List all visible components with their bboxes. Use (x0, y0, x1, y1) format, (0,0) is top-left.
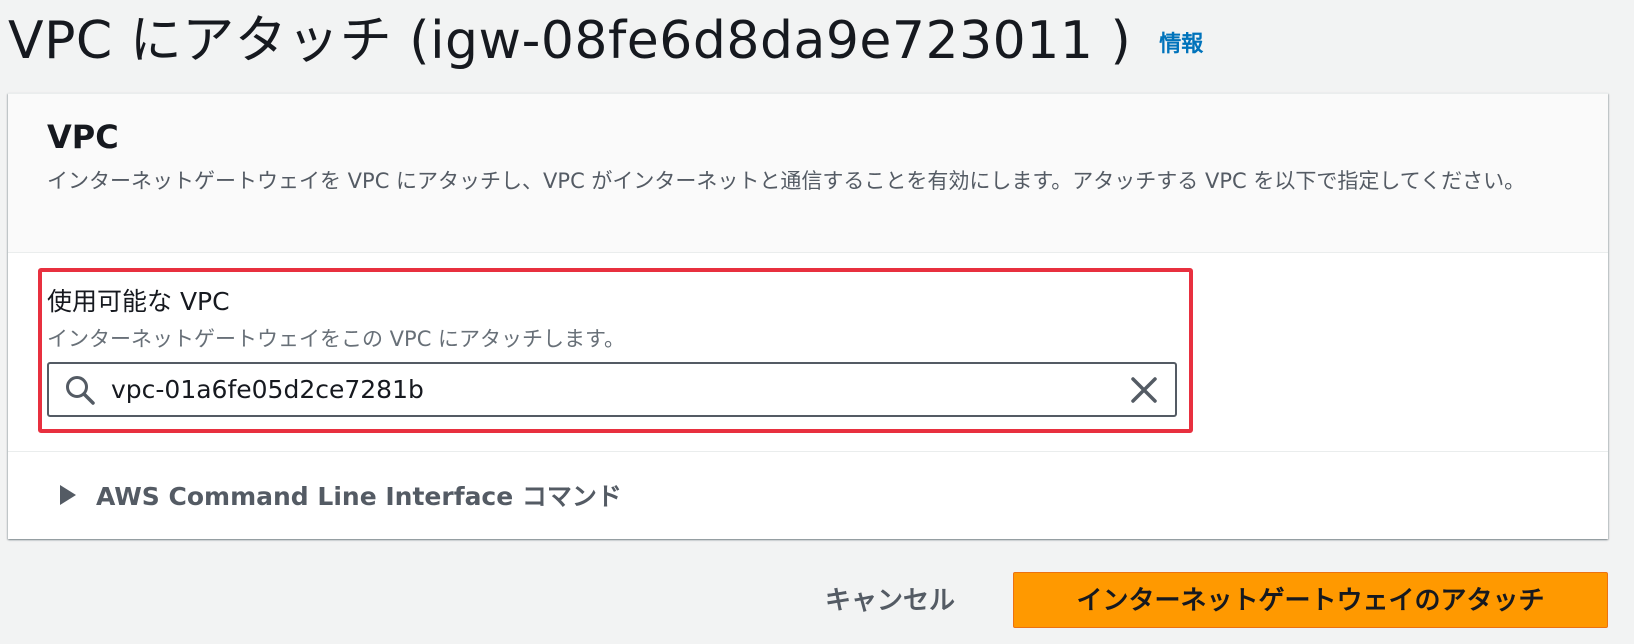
close-icon[interactable] (1129, 375, 1159, 405)
page-header: VPC にアタッチ (igw-08fe6d8da9e723011 ) 情報 (8, 0, 1203, 71)
vpc-search-input[interactable]: vpc-01a6fe05d2ce7281b (47, 362, 1177, 417)
vpc-search-value[interactable]: vpc-01a6fe05d2ce7281b (111, 375, 1129, 404)
attach-internet-gateway-button[interactable]: インターネットゲートウェイのアタッチ (1013, 572, 1608, 628)
field-label: 使用可能な VPC (47, 287, 230, 316)
page-title: VPC にアタッチ (igw-08fe6d8da9e723011 ) (8, 10, 1132, 71)
panel-description: インターネットゲートウェイを VPC にアタッチし、VPC がインターネットと通… (47, 169, 1526, 193)
info-link[interactable]: 情報 (1159, 26, 1203, 58)
cli-commands-toggle[interactable]: AWS Command Line Interface コマンド (60, 477, 622, 513)
caret-right-icon (60, 485, 76, 505)
cancel-button[interactable]: キャンセル (805, 572, 975, 628)
field-description: インターネットゲートウェイをこの VPC にアタッチします。 (47, 327, 625, 351)
panel-title: VPC (47, 118, 119, 156)
divider (8, 451, 1608, 452)
panel-header: VPC インターネットゲートウェイを VPC にアタッチし、VPC がインターネ… (8, 94, 1608, 253)
cli-commands-label: AWS Command Line Interface コマンド (96, 482, 622, 511)
vpc-panel: VPC インターネットゲートウェイを VPC にアタッチし、VPC がインターネ… (8, 93, 1608, 539)
search-icon (66, 375, 95, 405)
